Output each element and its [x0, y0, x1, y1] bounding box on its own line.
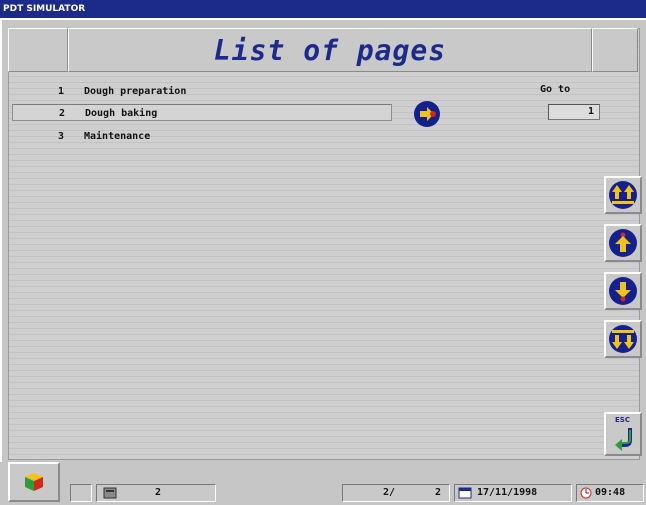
- clock-icon: [580, 487, 592, 499]
- page-title: List of pages: [68, 28, 592, 72]
- header-left-cell: [8, 28, 68, 72]
- list-item[interactable]: 1 Dough preparation: [12, 83, 392, 100]
- list-item[interactable]: 3 Maintenance: [12, 128, 392, 145]
- status-date: 17/11/1998: [477, 487, 538, 498]
- esc-label: ESC: [615, 416, 630, 424]
- arrow-right-icon: [420, 107, 436, 121]
- page-up-icon: [609, 181, 637, 209]
- list-item-number: 2: [58, 108, 65, 119]
- arrow-right-in-circle-icon[interactable]: [414, 101, 440, 127]
- date-box: 17/11/1998: [454, 484, 572, 502]
- list-item-number: 3: [57, 131, 64, 142]
- list-item-label: Maintenance: [84, 131, 151, 142]
- list-item-number: 1: [57, 86, 64, 97]
- status-time: 09:48: [595, 487, 626, 498]
- list-item-label: Dough preparation: [84, 86, 187, 97]
- page-down-button[interactable]: [604, 320, 642, 358]
- list-item-label: Dough baking: [85, 108, 158, 119]
- line-up-icon: [609, 229, 637, 257]
- cube-button[interactable]: [8, 462, 60, 502]
- time-box: 09:48: [576, 484, 644, 502]
- header-right-cell: [592, 28, 638, 72]
- page-up-button[interactable]: [604, 176, 642, 214]
- window-titlebar: PDT SIMULATOR: [0, 0, 646, 18]
- goto-label: Go to: [540, 84, 571, 95]
- page-indicator-box: 2/ 2: [342, 484, 450, 502]
- message-count-box: 2: [96, 484, 216, 502]
- page-header: List of pages: [8, 28, 638, 72]
- message-icon: [103, 487, 117, 499]
- line-down-button[interactable]: [604, 272, 642, 310]
- line-down-icon: [609, 277, 637, 305]
- line-up-button[interactable]: [604, 224, 642, 262]
- esc-return-icon: [615, 428, 632, 451]
- page-indicator: 2/: [383, 487, 396, 498]
- cube-icon: [25, 473, 43, 491]
- esc-button[interactable]: ESC: [604, 412, 642, 456]
- status-spacer: [70, 484, 92, 502]
- page-down-icon: [609, 325, 637, 353]
- page-total: 2: [435, 487, 442, 498]
- goto-input[interactable]: 1: [548, 104, 600, 120]
- list-item-selected[interactable]: 2 Dough baking: [12, 104, 392, 121]
- calendar-icon: [458, 487, 472, 499]
- message-count: 2: [155, 487, 162, 498]
